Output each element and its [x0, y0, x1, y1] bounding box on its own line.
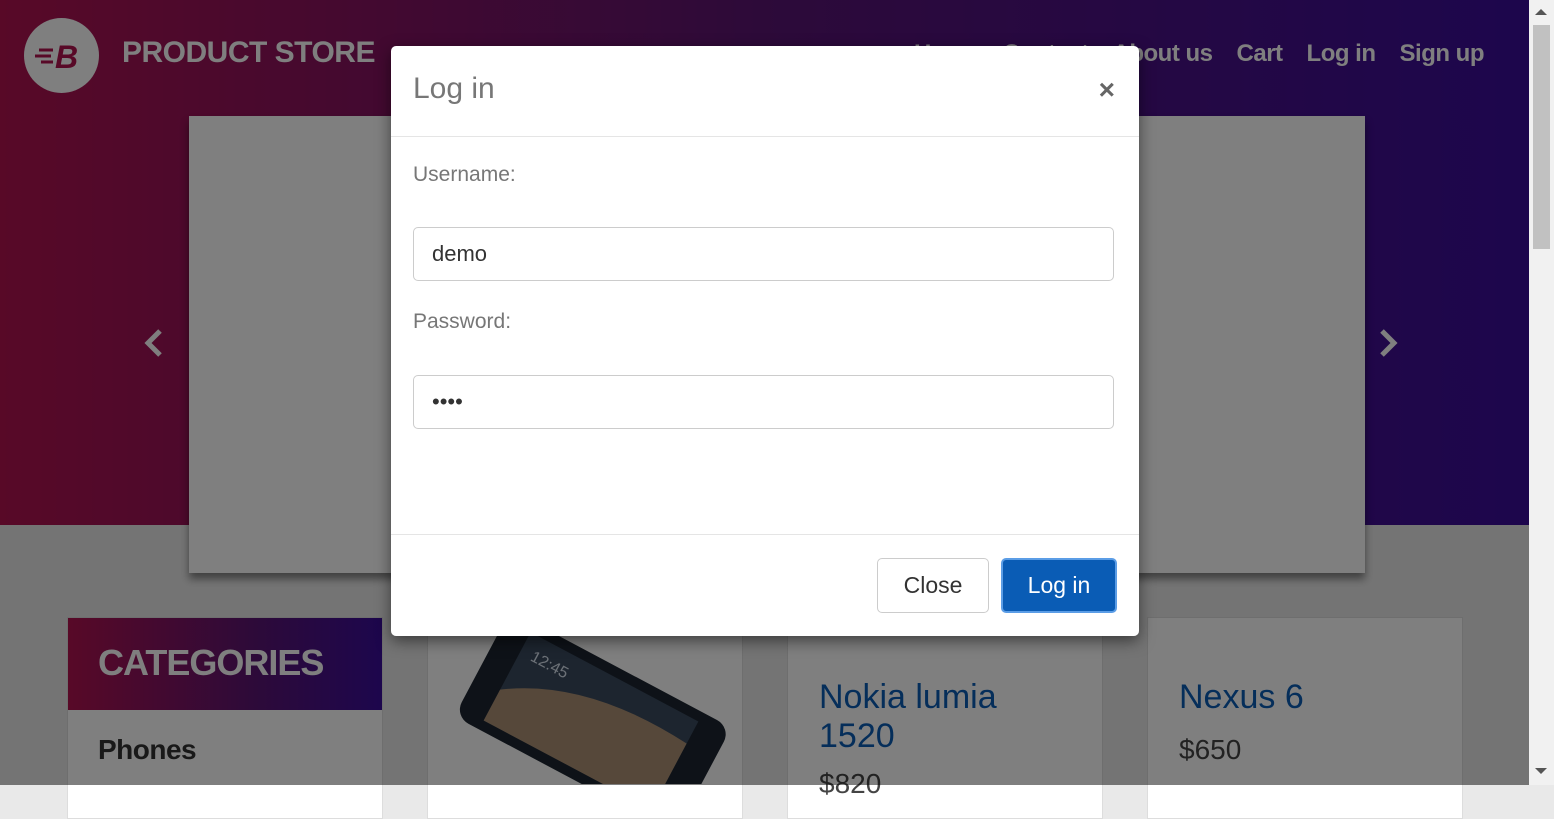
modal-title: Log in: [413, 72, 495, 105]
scroll-down-arrow-icon[interactable]: [1535, 768, 1547, 774]
modal-header: Log in ×: [391, 46, 1139, 137]
password-label: Password:: [413, 310, 512, 333]
login-button[interactable]: Log in: [1001, 558, 1117, 613]
scroll-up-arrow-icon[interactable]: [1535, 9, 1547, 15]
modal-footer: Close Log in: [391, 534, 1139, 637]
close-icon[interactable]: ×: [1099, 76, 1115, 104]
close-button[interactable]: Close: [877, 558, 989, 613]
username-label: Username:: [413, 163, 516, 186]
login-modal: Log in × Username: Password: Close Log i…: [391, 46, 1139, 636]
username-input[interactable]: [413, 227, 1114, 281]
scroll-thumb[interactable]: [1533, 25, 1550, 249]
page-scrollbar[interactable]: [1529, 0, 1554, 785]
password-input[interactable]: [413, 375, 1114, 429]
